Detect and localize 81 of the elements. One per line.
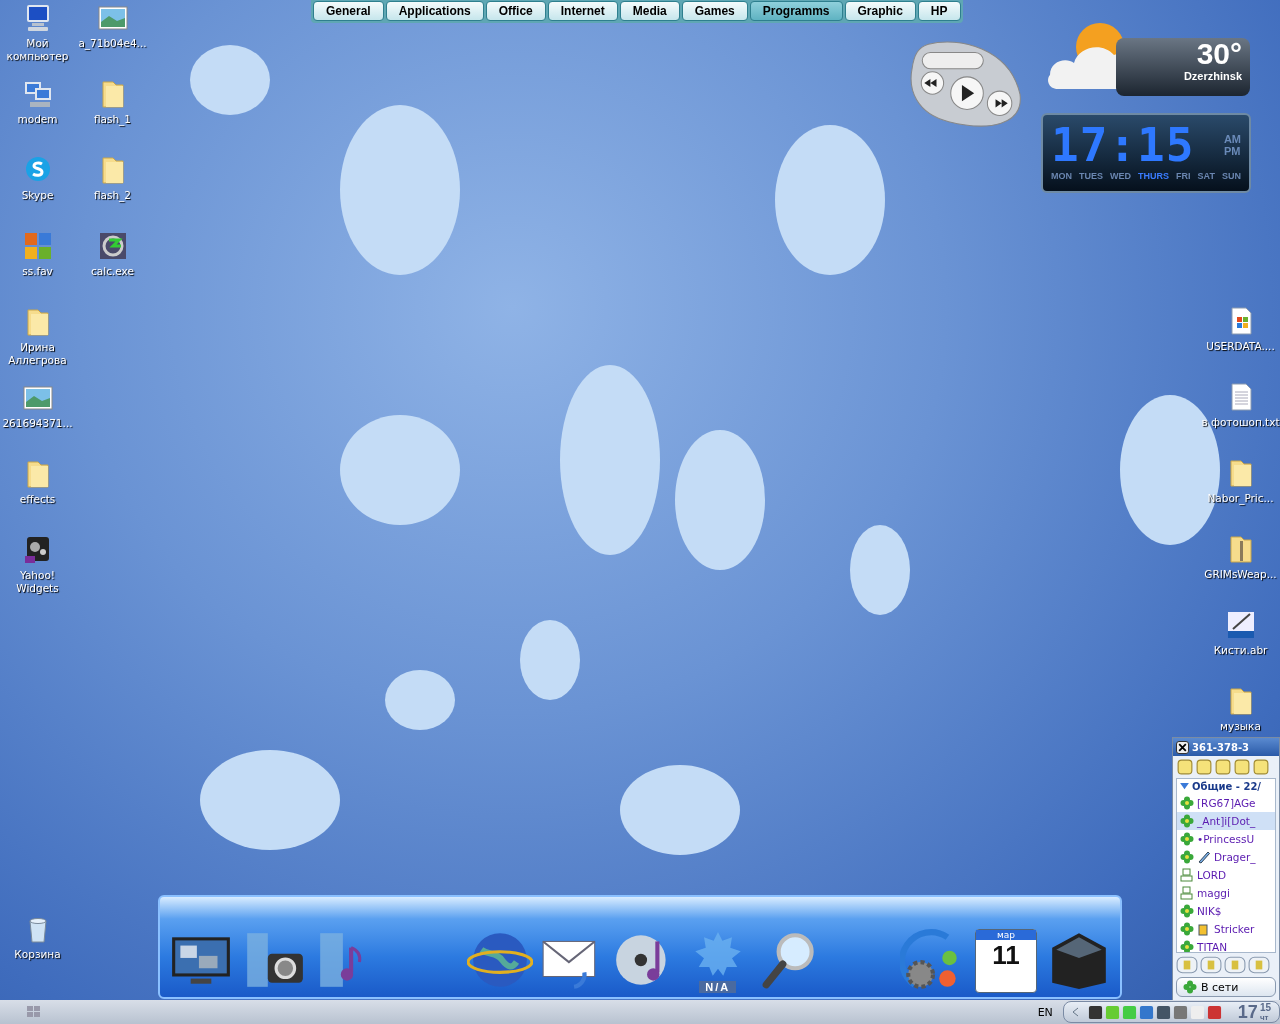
tray-icon[interactable] bbox=[1155, 1004, 1171, 1020]
contact-name: Stricker bbox=[1214, 923, 1255, 935]
windows-flag-icon[interactable] bbox=[26, 1004, 42, 1020]
contact-item[interactable]: Drager_ bbox=[1177, 848, 1275, 866]
action-icon[interactable] bbox=[1224, 956, 1246, 974]
flower-icon bbox=[1180, 940, 1194, 952]
weekday-text: SUN bbox=[1221, 171, 1241, 181]
contact-item[interactable]: maggi bbox=[1177, 884, 1275, 902]
icon-label[interactable]: музыка bbox=[1220, 720, 1261, 733]
pm-text: PM bbox=[1223, 145, 1241, 157]
flower-icon bbox=[1183, 980, 1197, 994]
toolbar-icon[interactable] bbox=[1215, 759, 1231, 775]
weekday-text: FRI bbox=[1176, 171, 1191, 181]
pen-icon bbox=[1197, 850, 1211, 864]
media-player-widget[interactable] bbox=[908, 38, 1022, 130]
language-indicator[interactable]: EN bbox=[1037, 1005, 1053, 1019]
contact-name: TITAN bbox=[1197, 941, 1228, 952]
am-text: AM bbox=[1223, 133, 1241, 145]
icon-label[interactable]: GRIMsWeap... bbox=[1204, 568, 1277, 581]
menu-tab[interactable]: HP bbox=[917, 1, 961, 21]
icon-label[interactable]: Корзина bbox=[14, 948, 61, 961]
action-icon[interactable] bbox=[1248, 956, 1270, 974]
icon-label[interactable]: Мой компьютер bbox=[0, 37, 75, 63]
close-button[interactable] bbox=[1176, 740, 1189, 754]
calendar-icon[interactable]: мар 11 bbox=[974, 929, 1037, 993]
toolbar-icon[interactable] bbox=[1177, 759, 1193, 775]
contact-item[interactable]: _Ant]i[Dot_ bbox=[1177, 812, 1275, 830]
action-icon[interactable] bbox=[1200, 956, 1222, 974]
tray-icon[interactable] bbox=[1087, 1004, 1103, 1020]
icon-label[interactable]: USERDATA.... bbox=[1206, 340, 1275, 353]
mug-icon bbox=[1197, 922, 1211, 936]
menu-tab[interactable]: Office bbox=[485, 1, 546, 21]
flower-icon bbox=[1180, 922, 1194, 936]
status-label: N/A bbox=[699, 981, 737, 993]
temperature-text: 30° bbox=[1196, 38, 1242, 70]
weekday-text: MON bbox=[1051, 171, 1072, 181]
contact-item[interactable]: NIK$ bbox=[1177, 902, 1275, 920]
offline-person-icon bbox=[1180, 868, 1194, 882]
weekday-text: SAT bbox=[1197, 171, 1215, 181]
flower-icon bbox=[1180, 814, 1194, 828]
contact-item[interactable]: [RG67]AGe bbox=[1177, 794, 1275, 812]
status-button[interactable]: В сети bbox=[1176, 977, 1276, 997]
toolbar-icon[interactable] bbox=[1253, 759, 1269, 775]
weekday-text: THURS bbox=[1138, 171, 1170, 181]
menu-tab[interactable]: Internet bbox=[547, 1, 618, 21]
city-text: Dzerzhinsk bbox=[1183, 70, 1242, 82]
group-header[interactable]: Общие - 22/ bbox=[1192, 781, 1261, 792]
toolbar-icon[interactable] bbox=[1234, 759, 1250, 775]
icon-label[interactable]: Yahoo! Widgets bbox=[0, 569, 75, 595]
window-title: 361-378-3 bbox=[1192, 741, 1249, 753]
contact-item[interactable]: LORD bbox=[1177, 866, 1275, 884]
contact-name: _Ant]i[Dot_ bbox=[1197, 815, 1256, 827]
contact-name: [RG67]AGe bbox=[1197, 797, 1256, 809]
toolbar-icon[interactable] bbox=[1196, 759, 1212, 775]
weekday-text: WED bbox=[1110, 171, 1132, 181]
clock-time: 17:15 bbox=[1051, 119, 1195, 171]
menu-tab[interactable]: Media bbox=[619, 1, 680, 21]
menu-tab[interactable]: Graphic bbox=[844, 1, 916, 21]
contact-item[interactable]: •PrincessU bbox=[1177, 830, 1275, 848]
menu-tab[interactable]: Programms bbox=[749, 1, 843, 21]
flower-icon bbox=[1180, 850, 1194, 864]
flower-icon bbox=[1180, 904, 1194, 918]
flower-icon bbox=[1180, 796, 1194, 810]
contact-item[interactable]: TITAN bbox=[1177, 938, 1275, 952]
menu-tab[interactable]: Games bbox=[681, 1, 748, 21]
weekday-text: TUES bbox=[1079, 171, 1104, 181]
water-drop bbox=[385, 670, 455, 730]
offline-person-icon bbox=[1180, 886, 1194, 900]
icon-label[interactable]: Кисти.abr bbox=[1213, 644, 1268, 657]
flower-icon bbox=[1180, 832, 1194, 846]
contact-name: Drager_ bbox=[1214, 851, 1256, 863]
contact-item[interactable]: Stricker bbox=[1177, 920, 1275, 938]
icon-label[interactable]: в фотошоп.txt bbox=[1201, 416, 1280, 429]
collapse-arrow-icon[interactable] bbox=[1180, 783, 1189, 790]
action-icon[interactable] bbox=[1176, 956, 1198, 974]
contact-name: •PrincessU bbox=[1197, 833, 1255, 845]
menu-tab[interactable]: Applications bbox=[385, 1, 484, 21]
menu-tab[interactable]: General bbox=[313, 1, 384, 21]
contact-name: maggi bbox=[1197, 887, 1230, 899]
contact-name: LORD bbox=[1197, 869, 1227, 881]
contact-name: NIK$ bbox=[1197, 905, 1222, 917]
